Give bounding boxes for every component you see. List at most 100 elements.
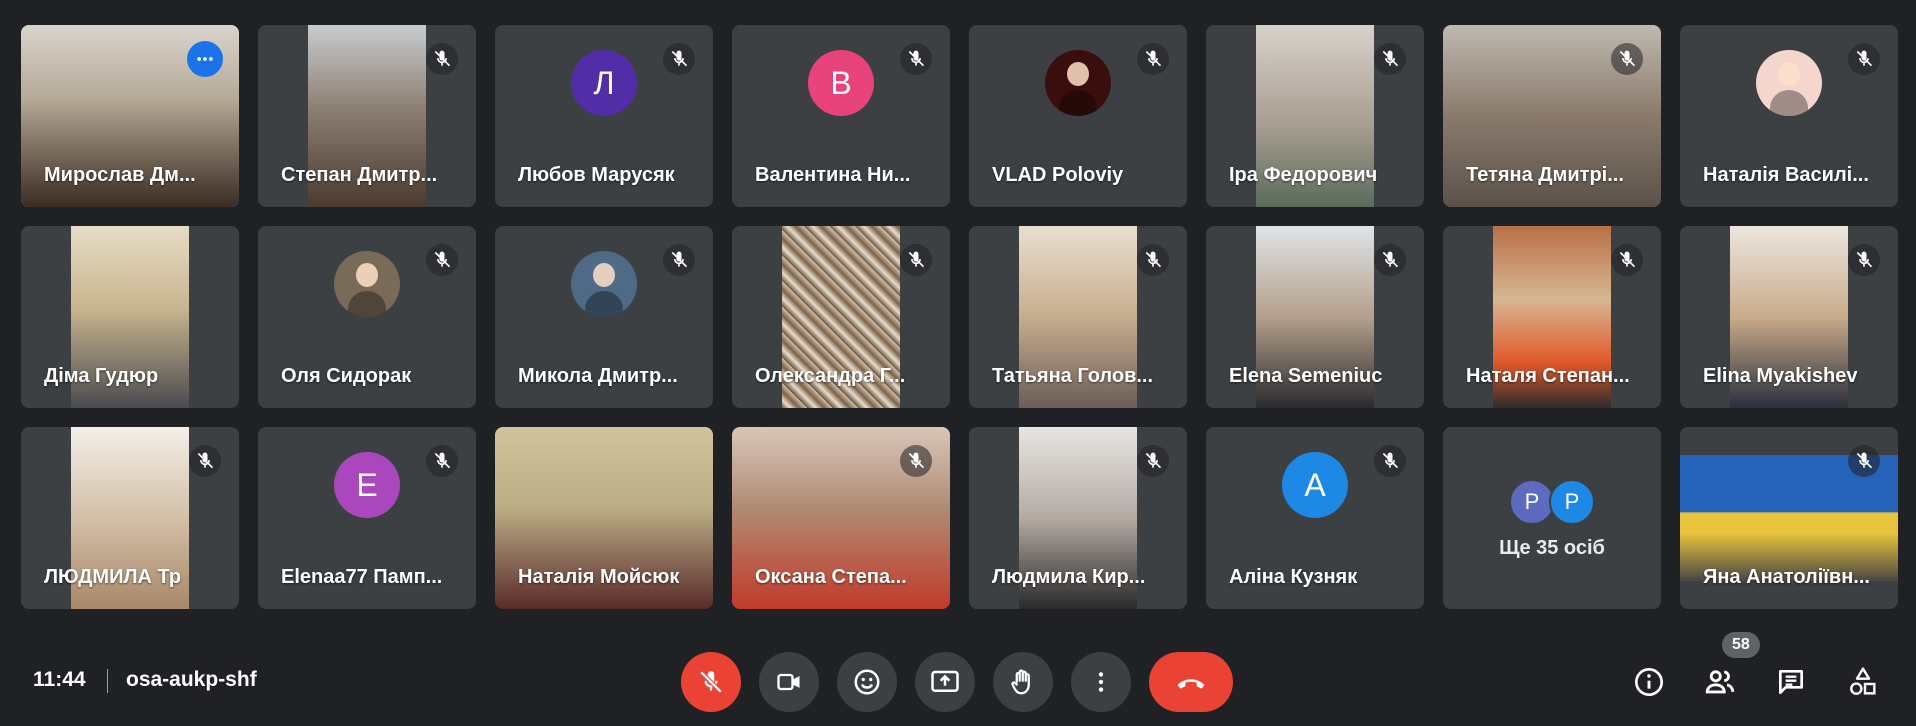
participant-name: VLAD Poloviy — [992, 164, 1124, 186]
participant-name: Elina Myakishev — [1703, 365, 1858, 387]
hang-up-icon — [1173, 664, 1209, 700]
participant-name: Іра Федорович — [1229, 164, 1378, 186]
participant-name: Яна Анатоліївн... — [1703, 566, 1870, 588]
participant-tile[interactable]: Наталія Мойсюк — [495, 427, 713, 609]
participant-avatar: В — [808, 50, 874, 116]
participant-name: Мирослав Дм... — [44, 164, 196, 186]
mic-muted-icon — [1611, 244, 1643, 276]
mic-muted-icon — [663, 244, 695, 276]
participant-tile[interactable]: ЛЮДМИЛА Тр — [21, 427, 239, 609]
mic-muted-icon — [189, 445, 221, 477]
mic-muted-icon — [900, 445, 932, 477]
more-participants-tile[interactable]: P P Ще 35 осіб — [1443, 427, 1661, 609]
participant-avatar: P — [1549, 479, 1595, 525]
participant-tile[interactable]: Степан Дмитр... — [258, 25, 476, 207]
mic-muted-icon — [426, 43, 458, 75]
participant-name: Наталія Мойсюк — [518, 566, 680, 588]
participant-tile[interactable]: Татьяна Голов... — [969, 226, 1187, 408]
meeting-time: 11:44 — [33, 668, 86, 691]
participant-tile[interactable]: A Аліна Кузняк — [1206, 427, 1424, 609]
participant-tile[interactable]: E Elenaa77 Памп... — [258, 427, 476, 609]
participant-avatar — [571, 251, 637, 317]
participant-tile[interactable]: Elina Myakishev — [1680, 226, 1898, 408]
participant-tile[interactable]: Микола Дмитр... — [495, 226, 713, 408]
mic-muted-icon — [1848, 43, 1880, 75]
mic-muted-icon — [1848, 445, 1880, 477]
participant-avatar: Л — [571, 50, 637, 116]
participant-name: Людмила Кир... — [992, 566, 1146, 588]
participant-name: Діма Гудюр — [44, 365, 159, 387]
participant-avatar: A — [1282, 452, 1348, 518]
more-avatars: PP — [1509, 479, 1595, 525]
mic-muted-icon — [1848, 244, 1880, 276]
participant-tile[interactable]: Людмила Кир... — [969, 427, 1187, 609]
mic-muted-icon — [900, 244, 932, 276]
participant-grid: Мирослав Дм... Степан Дмитр... Л Любов Мару… — [21, 25, 1898, 609]
participant-tile[interactable]: Оксана Степа... — [732, 427, 950, 609]
participant-tile[interactable]: Іра Федорович — [1206, 25, 1424, 207]
reactions-button[interactable] — [837, 652, 897, 712]
raise-hand-button[interactable] — [993, 652, 1053, 712]
participant-tile[interactable]: Мирослав Дм... — [21, 25, 239, 207]
participant-tile[interactable]: Наталя Степан... — [1443, 226, 1661, 408]
mic-toggle-button[interactable] — [681, 652, 741, 712]
participant-tile[interactable]: VLAD Poloviy — [969, 25, 1187, 207]
present-screen-button[interactable] — [915, 652, 975, 712]
bottom-bar: 11:44 osa-aukp-shf 58 — [0, 618, 1916, 726]
participant-avatar — [1045, 50, 1111, 116]
mic-muted-icon — [1374, 244, 1406, 276]
mic-muted-icon — [1137, 244, 1169, 276]
mic-off-icon — [698, 669, 724, 695]
chat-button[interactable] — [1769, 660, 1813, 704]
participant-avatar — [334, 251, 400, 317]
participant-tile[interactable]: Олександра Г... — [732, 226, 950, 408]
mic-muted-icon — [663, 43, 695, 75]
more-horiz-icon — [195, 49, 215, 69]
people-icon — [1703, 665, 1737, 699]
divider — [107, 669, 108, 693]
participant-tile[interactable]: Яна Анатоліївн... — [1680, 427, 1898, 609]
participant-count-badge: 58 — [1722, 632, 1760, 658]
participant-name: Elena Semeniuc — [1229, 365, 1383, 387]
emoji-icon — [852, 667, 882, 697]
more-participants-label: Ще 35 осіб — [1499, 537, 1605, 559]
activities-button[interactable] — [1841, 660, 1885, 704]
people-button[interactable] — [1698, 660, 1742, 704]
info-icon — [1633, 666, 1665, 698]
participant-tile[interactable]: В Валентина Ни... — [732, 25, 950, 207]
participant-name: Степан Дмитр... — [281, 164, 438, 186]
participant-name: Микола Дмитр... — [518, 365, 678, 387]
participant-tile[interactable]: Оля Сидорак — [258, 226, 476, 408]
participant-tile[interactable]: Діма Гудюр — [21, 226, 239, 408]
leave-call-button[interactable] — [1149, 652, 1233, 712]
mic-muted-icon — [426, 244, 458, 276]
participant-tile[interactable]: Л Любов Марусяк — [495, 25, 713, 207]
participant-tile[interactable]: Тетяна Дмитрі... — [1443, 25, 1661, 207]
meeting-details-button[interactable] — [1627, 660, 1671, 704]
participant-avatar — [1756, 50, 1822, 116]
participant-name: Татьяна Голов... — [992, 365, 1154, 387]
participant-name: Elenaa77 Памп... — [281, 566, 443, 588]
mic-muted-icon — [1374, 445, 1406, 477]
participant-name: Валентина Ни... — [755, 164, 911, 186]
mic-muted-icon — [426, 445, 458, 477]
hand-icon — [1008, 667, 1038, 697]
chat-icon — [1775, 666, 1807, 698]
participant-tile[interactable]: Elena Semeniuc — [1206, 226, 1424, 408]
shapes-icon — [1847, 666, 1879, 698]
mic-muted-icon — [1137, 43, 1169, 75]
participant-name: Наталія Василі... — [1703, 164, 1869, 186]
participant-name: Олександра Г... — [755, 365, 906, 387]
more-options-button[interactable] — [1071, 652, 1131, 712]
mic-muted-icon — [1137, 445, 1169, 477]
participant-options-button[interactable] — [187, 41, 223, 77]
participant-tile[interactable]: Наталія Василі... — [1680, 25, 1898, 207]
mic-muted-icon — [1374, 43, 1406, 75]
participant-name: ЛЮДМИЛА Тр — [44, 566, 182, 588]
mic-muted-icon — [1611, 43, 1643, 75]
camera-icon — [775, 668, 803, 696]
camera-toggle-button[interactable] — [759, 652, 819, 712]
participant-name: Любов Марусяк — [518, 164, 675, 186]
participant-avatar: E — [334, 452, 400, 518]
participant-name: Оксана Степа... — [755, 566, 907, 588]
